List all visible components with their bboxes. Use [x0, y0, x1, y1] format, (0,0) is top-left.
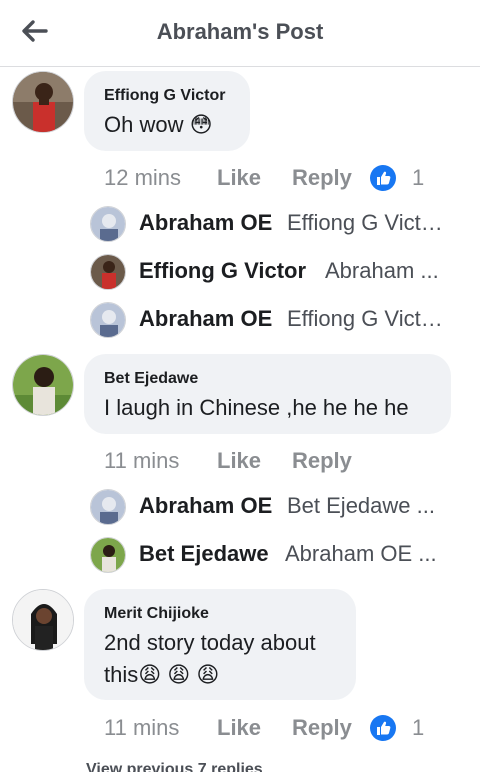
- comment-author[interactable]: Bet Ejedawe: [104, 370, 198, 388]
- reply-snippet: Effiong G Victor ...: [287, 306, 447, 331]
- reply-button[interactable]: Reply: [292, 715, 352, 741]
- avatar-effiong: [90, 254, 126, 290]
- comment-actions: 12 mins Like Reply 1: [104, 165, 444, 195]
- reply-author: Abraham OE: [139, 493, 273, 518]
- like-button[interactable]: Like: [217, 448, 261, 474]
- reply-snippet: Effiong G Victor ...: [287, 210, 447, 235]
- comment-text-line: this😩 😩 😩: [104, 662, 220, 687]
- reply-preview-row[interactable]: Abraham OE Effiong G Victor ...: [90, 206, 470, 242]
- comment-author[interactable]: Effiong G Victor: [104, 87, 225, 105]
- comment-actions: 11 mins Like Reply: [104, 448, 404, 478]
- like-button[interactable]: Like: [217, 165, 261, 191]
- comment-author[interactable]: Merit Chijioke: [104, 605, 209, 623]
- reply-snippet: Bet Ejedawe ...: [287, 493, 435, 518]
- reply-snippet: Abraham ...: [325, 258, 439, 283]
- comment-timestamp: 11 mins: [104, 448, 180, 473]
- page-title: Abraham's Post: [156, 19, 324, 44]
- comment-bubble[interactable]: Bet Ejedawe I laugh in Chinese ,he he he…: [84, 354, 451, 434]
- reply-preview-row[interactable]: Abraham OE Effiong G Victor ...: [90, 302, 470, 338]
- avatar-abraham: [90, 302, 126, 338]
- comment-text-line: 2nd story today about: [104, 630, 316, 655]
- like-button[interactable]: Like: [217, 715, 261, 741]
- comment-timestamp: 12 mins: [104, 165, 182, 190]
- reaction-count[interactable]: 1: [412, 715, 424, 741]
- thumbs-up-reaction-icon[interactable]: [370, 165, 396, 191]
- comment-bubble[interactable]: Effiong G Victor Oh wow 😳: [84, 71, 250, 151]
- comment-text: Oh wow 😳: [104, 112, 213, 137]
- comment-text: I laugh in Chinese ,he he he he: [104, 395, 409, 420]
- view-previous-replies-link[interactable]: View previous 7 replies: [86, 761, 263, 772]
- top-bar: Abraham's Post: [0, 0, 480, 67]
- thumbs-up-reaction-icon[interactable]: [370, 715, 396, 741]
- comment-bubble[interactable]: Merit Chijioke 2nd story today about thi…: [84, 589, 356, 700]
- avatar-merit[interactable]: [12, 589, 74, 651]
- reply-preview-row[interactable]: Abraham OE Bet Ejedawe ...: [90, 489, 470, 525]
- avatar-abraham: [90, 206, 126, 242]
- reaction-count[interactable]: 1: [412, 165, 424, 191]
- comment-timestamp: 11 mins: [104, 715, 180, 740]
- avatar-bet: [90, 537, 126, 573]
- avatar-bet[interactable]: [12, 354, 74, 416]
- reply-snippet: Abraham OE ...: [285, 541, 437, 566]
- avatar-abraham: [90, 489, 126, 525]
- avatar-effiong[interactable]: [12, 71, 74, 133]
- reply-preview-row[interactable]: Bet Ejedawe Abraham OE ...: [90, 537, 470, 573]
- reply-button[interactable]: Reply: [292, 448, 352, 474]
- reply-author: Abraham OE: [139, 210, 273, 235]
- reply-preview-row[interactable]: Effiong G Victor Abraham ...: [90, 254, 470, 290]
- reply-author: Bet Ejedawe: [139, 541, 269, 566]
- reply-author: Abraham OE: [139, 306, 273, 331]
- reply-button[interactable]: Reply: [292, 165, 352, 191]
- comment-actions: 11 mins Like Reply 1: [104, 715, 444, 745]
- reply-author: Effiong G Victor: [139, 258, 307, 283]
